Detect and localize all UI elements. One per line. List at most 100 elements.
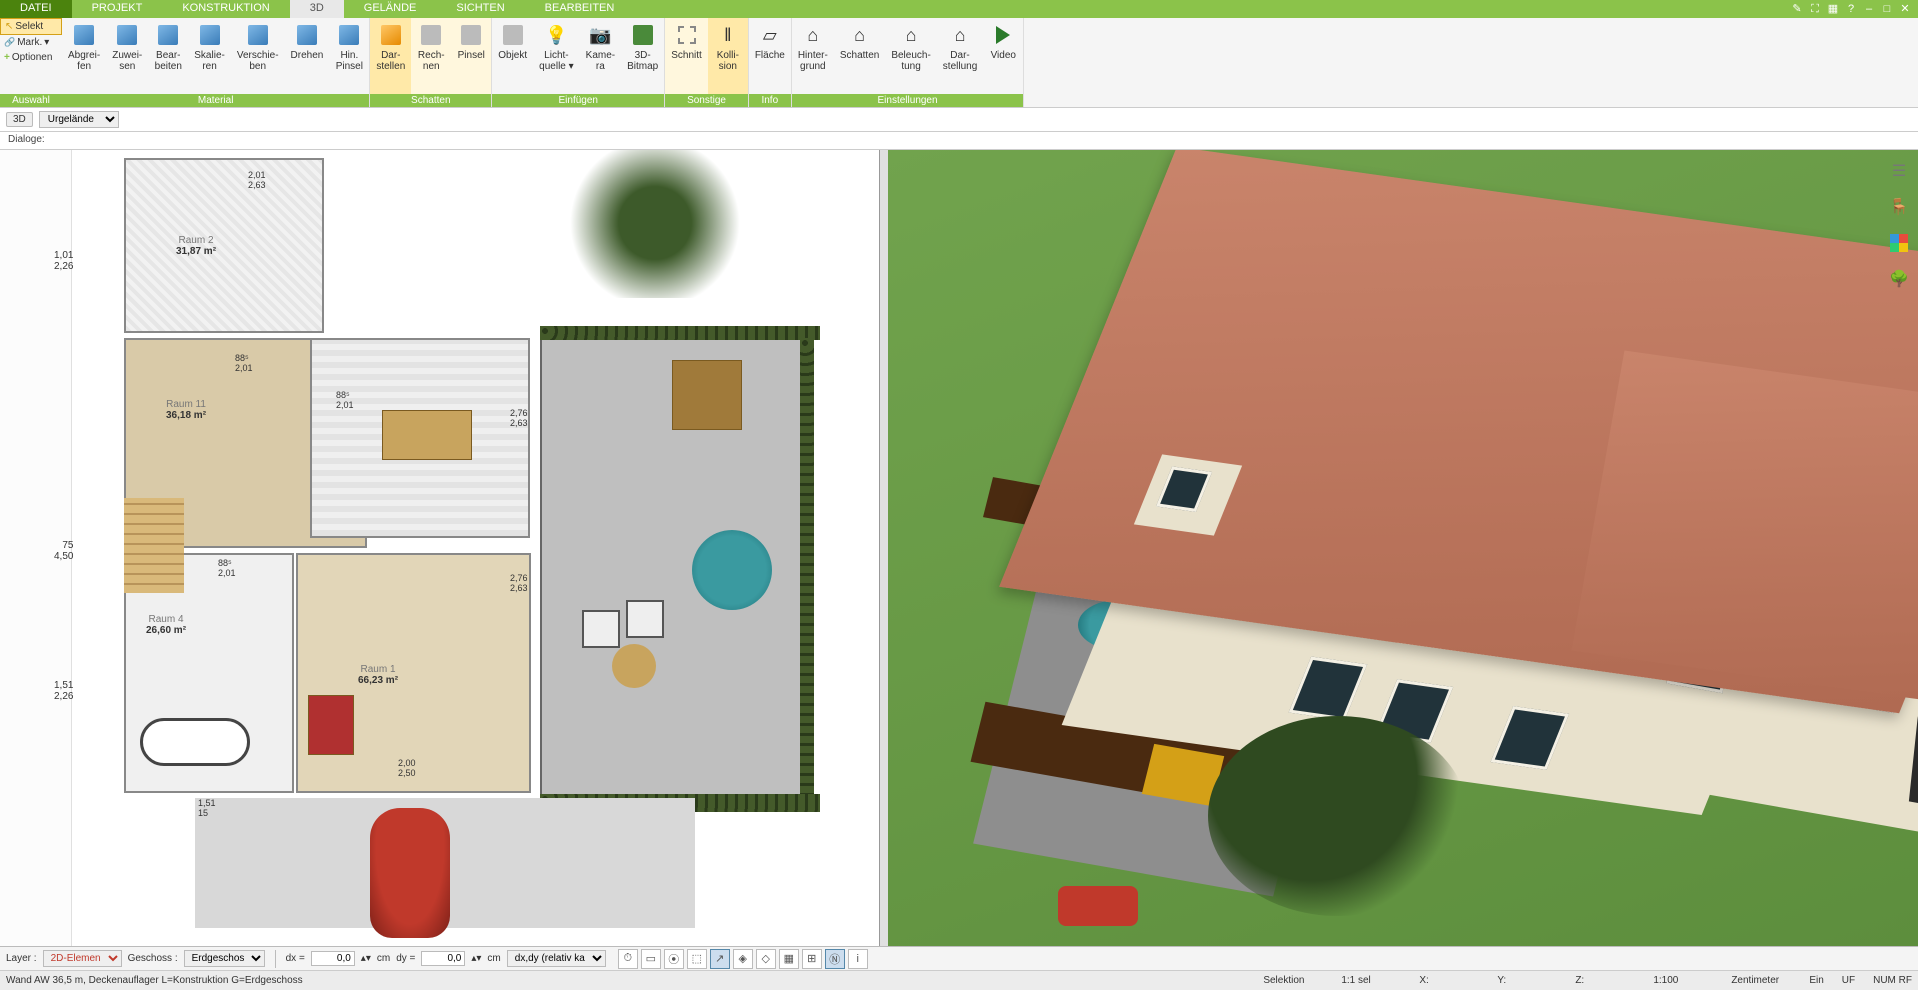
insert-kamera[interactable]: Kame- ra [580, 18, 621, 94]
snap-tool-icons: ⏱ ▭ ⦿ ⬚ ↗ ◈ ◇ ▦ ⊞ Ⓝ i [618, 949, 868, 969]
status-z: Z: [1575, 975, 1635, 986]
house-3d [948, 210, 1918, 906]
ribbon-group-sonstige: Schnitt ‖Kolli- sion Sonstige [665, 18, 749, 107]
hedge-icon [540, 326, 820, 340]
ribbon-group-label: Auswahl [0, 94, 62, 107]
tool-grid-icon[interactable]: ▦ [779, 949, 799, 969]
ribbon-group-einstellungen: Hinter- grund Schatten Beleuch- tung Dar… [792, 18, 1024, 107]
dining-table-icon [382, 410, 472, 460]
schatten-rechnen[interactable]: Rech- nen [411, 18, 451, 94]
tool-rect-icon[interactable]: ▭ [641, 949, 661, 969]
status-zoom: 1:100 [1653, 975, 1713, 986]
material-verschieben[interactable]: Verschie- ben [231, 18, 285, 94]
room-3[interactable]: Raum 345,42 m² [310, 338, 530, 538]
tool-diamond2-icon[interactable]: ◇ [756, 949, 776, 969]
status-uf: UF [1842, 975, 1855, 986]
terrain-select[interactable]: Urgelände [39, 111, 119, 128]
room-1[interactable]: Raum 166,23 m² [296, 553, 531, 793]
tree-tool-icon[interactable]: 🌳 [1888, 268, 1910, 290]
menu-tab-gelaende[interactable]: GELÄNDE [344, 0, 437, 18]
tool-target-icon[interactable]: ⦿ [664, 949, 684, 969]
ribbon-group-auswahl: Selekt Mark. ▾ Optionen Auswahl [0, 18, 62, 107]
menu-tab-sichten[interactable]: SICHTEN [436, 0, 524, 18]
options-button[interactable]: Optionen [0, 50, 62, 65]
insert-lichtquelle[interactable]: Licht- quelle ▾ [533, 18, 580, 94]
side-toolbar: ☰ 🪑 🌳 [1884, 160, 1914, 290]
ruler-vertical: 1,012,26 754,50 1,512,26 [0, 150, 72, 946]
info-flaeche[interactable]: ▱Fläche [749, 18, 791, 94]
select-tool[interactable]: Selekt [0, 18, 62, 35]
menu-tab-projekt[interactable]: PROJEKT [72, 0, 163, 18]
layer-select[interactable]: 2D-Elemen [43, 950, 122, 967]
status-unit: Zentimeter [1731, 975, 1791, 986]
car-icon [370, 808, 450, 938]
relative-mode-select[interactable]: dx,dy (relativ ka [507, 950, 606, 967]
menu-tab-konstruktion[interactable]: KONSTRUKTION [162, 0, 289, 18]
ribbon-group-label: Material [62, 94, 369, 107]
insert-3dbitmap[interactable]: 3D- Bitmap [621, 18, 664, 94]
settings-hintergrund[interactable]: Hinter- grund [792, 18, 834, 94]
chair-icon[interactable]: 🪑 [1888, 196, 1910, 218]
viewport-2d[interactable]: 1,012,26 754,50 1,512,26 Raum 231,87 m² … [0, 150, 880, 946]
minimize-icon[interactable]: – [1862, 2, 1876, 16]
dy-input[interactable] [421, 951, 465, 966]
help-icon[interactable]: ? [1844, 2, 1858, 16]
menu-tab-bearbeiten[interactable]: BEARBEITEN [525, 0, 635, 18]
stairs-icon [124, 498, 184, 593]
tool-arrow-icon[interactable]: ↗ [710, 949, 730, 969]
menu-tab-file[interactable]: DATEI [0, 0, 72, 18]
material-pinsel[interactable]: Hin. Pinsel [329, 18, 369, 94]
status-text: Wand AW 36,5 m, Deckenauflager L=Konstru… [6, 975, 303, 986]
tool-grid2-icon[interactable]: ⊞ [802, 949, 822, 969]
tool-diamond-icon[interactable]: ◈ [733, 949, 753, 969]
mark-tool[interactable]: Mark. ▾ [0, 35, 62, 50]
view-badge-3d[interactable]: 3D [6, 112, 33, 127]
ribbon: Selekt Mark. ▾ Optionen Auswahl Abgrei- … [0, 18, 1918, 108]
pane-splitter[interactable] [880, 150, 888, 946]
roof-extension [1572, 350, 1918, 709]
material-abgreifen[interactable]: Abgrei- fen [62, 18, 106, 94]
menu-tab-3d[interactable]: 3D [290, 0, 344, 18]
expand-icon[interactable]: ⛶ [1808, 2, 1822, 16]
hedge-icon [800, 338, 814, 798]
schatten-darstellen[interactable]: Dar- stellen [370, 18, 411, 94]
settings-darstellung[interactable]: Dar- stellung [937, 18, 983, 94]
floor-select[interactable]: Erdgeschos [184, 950, 265, 967]
tool-bounds-icon[interactable]: ⬚ [687, 949, 707, 969]
sonstige-schnitt[interactable]: Schnitt [665, 18, 708, 94]
status-snap: Ein [1809, 975, 1823, 986]
settings-video[interactable]: Video [983, 18, 1023, 94]
sonstige-kollision[interactable]: ‖Kolli- sion [708, 18, 748, 94]
dx-input[interactable] [311, 951, 355, 966]
layers-icon[interactable]: ☰ [1888, 160, 1910, 182]
tool-clock-icon[interactable]: ⏱ [618, 949, 638, 969]
window-icon [1491, 706, 1570, 770]
grid-icon[interactable]: ▦ [1826, 2, 1840, 16]
tool-north-icon[interactable]: Ⓝ [825, 949, 845, 969]
maximize-icon[interactable]: □ [1880, 2, 1894, 16]
workspace: 1,012,26 754,50 1,512,26 Raum 231,87 m² … [0, 150, 1918, 946]
material-skalieren[interactable]: Skalie- ren [188, 18, 231, 94]
palette-icon[interactable] [1888, 232, 1910, 254]
settings-schatten[interactable]: Schatten [834, 18, 885, 94]
dx-label: dx = [286, 953, 305, 964]
view-selector-bar: 3D Urgelände [0, 108, 1918, 132]
pen-icon[interactable]: ✎ [1790, 2, 1804, 16]
window-icon [1289, 657, 1368, 721]
viewport-3d[interactable] [888, 150, 1918, 946]
ribbon-group-einfuegen: Objekt Licht- quelle ▾ Kame- ra 3D- Bitm… [492, 18, 665, 107]
umbrella-icon [692, 530, 772, 610]
material-zuweisen[interactable]: Zuwei- sen [106, 18, 148, 94]
material-bearbeiten[interactable]: Bear- beiten [148, 18, 188, 94]
status-selection: Selektion [1263, 975, 1323, 986]
schatten-pinsel[interactable]: Pinsel [451, 18, 491, 94]
terrace[interactable] [540, 338, 810, 798]
insert-objekt[interactable]: Objekt [492, 18, 533, 94]
close-icon[interactable]: ✕ [1898, 2, 1912, 16]
material-drehen[interactable]: Drehen [285, 18, 330, 94]
ribbon-group-label: Einstellungen [792, 94, 1023, 107]
tree-icon [560, 150, 750, 298]
room-2[interactable]: Raum 231,87 m² [124, 158, 324, 333]
settings-beleuchtung[interactable]: Beleuch- tung [885, 18, 936, 94]
tool-info-icon[interactable]: i [848, 949, 868, 969]
